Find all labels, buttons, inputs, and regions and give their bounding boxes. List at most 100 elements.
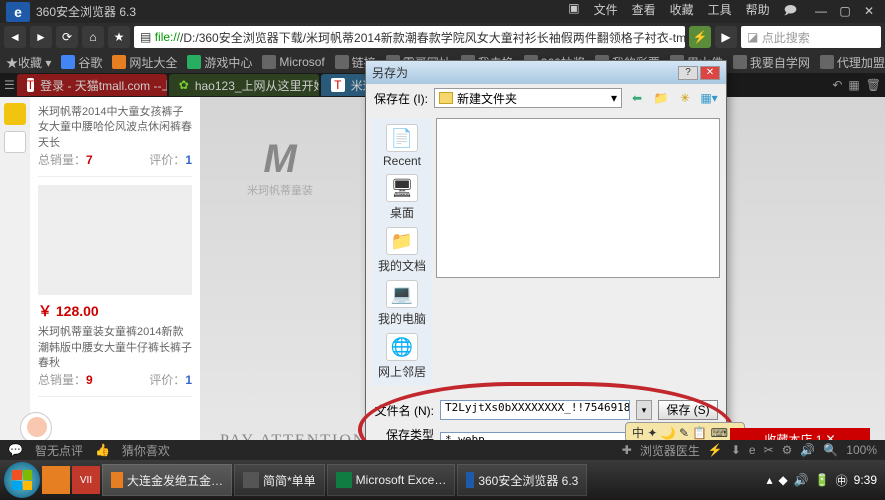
folder-icon (439, 92, 453, 104)
url-path: /D:/360安全浏览器下载/米珂帆蒂2014新款潮春款学院风女大童衬衫长袖假两… (180, 29, 685, 46)
ime-toolbar[interactable]: 中 ✦ 🌙 ✎ 📋 ⌨ ? (625, 422, 745, 442)
home-button[interactable]: ⌂ (82, 26, 104, 48)
product-desc: 米珂帆蒂童装女童裤2014新款潮韩版中腰女大童牛仔裤长裤子春秋 (38, 325, 192, 371)
bookmark-item[interactable]: 我要自学网 (733, 54, 810, 71)
dialog-title: 另存为 (372, 64, 678, 81)
search-box[interactable]: ◪ 点此搜索 (741, 26, 881, 48)
tab[interactable]: T登录 - 天猫tmall.com --上天× (17, 74, 167, 96)
page-icon: ▤ (140, 30, 151, 44)
menu-feedback-icon[interactable]: 🗩 (784, 1, 797, 22)
doctor-icon[interactable]: ✚ (622, 443, 632, 457)
sidebar-fav-icon[interactable] (4, 103, 26, 125)
tray-ime-icon[interactable]: ㊥ (836, 472, 848, 489)
tab[interactable]: ✿hao123_上网从这里开始× (169, 74, 319, 96)
taskbar-item[interactable]: 简简*单单 (234, 464, 325, 496)
views-icon[interactable]: ▦▾ (700, 89, 718, 107)
chevron-down-icon[interactable]: ▾ (611, 91, 617, 105)
browser-logo: e (6, 2, 30, 22)
place-network[interactable]: 🌐网上邻居 (378, 333, 426, 380)
bookmark-item[interactable]: 游戏中心 (187, 54, 252, 71)
place-recent[interactable]: 📄Recent (383, 124, 421, 168)
save-button[interactable]: 保存 (S) (658, 400, 718, 420)
bookmark-item[interactable]: 网址大全 (112, 54, 177, 71)
compat-icon[interactable]: ⚡ (689, 26, 711, 48)
zoom-icon[interactable]: 🔍 (823, 443, 838, 457)
menu-view[interactable]: 查看 (632, 1, 656, 22)
maximize-button[interactable]: ▢ (835, 5, 855, 19)
menu-fav[interactable]: 收藏 (670, 1, 694, 22)
filename-input[interactable]: T2LyjtXs0bXXXXXXXX_!!754691822.jpg_ (440, 400, 630, 420)
browser-doctor[interactable]: 浏览器医生 (640, 442, 700, 459)
place-documents[interactable]: 📁我的文档 (378, 227, 426, 274)
tab-menu-icon[interactable]: ▦ (848, 78, 859, 92)
status-msg-icon[interactable]: 💬 (8, 443, 23, 457)
dialog-close-button[interactable]: ✕ (700, 66, 720, 80)
search-placeholder: 点此搜索 (762, 29, 810, 46)
back-icon[interactable]: ⬅ (628, 89, 646, 107)
newfolder-icon[interactable]: ✳ (676, 89, 694, 107)
sidebar-app-icon[interactable] (4, 131, 26, 153)
menu-file[interactable]: 文件 (594, 1, 618, 22)
start-button[interactable] (4, 462, 40, 498)
download-icon[interactable]: ⬇ (731, 443, 741, 457)
status-text: 猜你喜欢 (122, 442, 170, 459)
menu-help[interactable]: 帮助 (746, 1, 770, 22)
go-button[interactable]: ▶ (715, 26, 737, 48)
bookmark-item[interactable]: 代理加盟 (820, 54, 885, 71)
save-as-dialog: 另存为 ? ✕ 保存在 (I): 新建文件夹 ▾ ⬅ 📁 ✳ ▦▾ 📄Recen… (365, 60, 727, 472)
place-computer[interactable]: 💻我的电脑 (378, 280, 426, 327)
up-icon[interactable]: 📁 (652, 89, 670, 107)
tray-up-icon[interactable]: ▴ (766, 473, 772, 487)
fav-icon[interactable]: ★收藏 ▾ (6, 54, 51, 71)
sound-icon[interactable]: 🔊 (800, 443, 815, 457)
file-list[interactable] (436, 118, 720, 278)
close-button[interactable]: ✕ (859, 5, 879, 19)
search-engine-icon: ◪ (747, 30, 758, 44)
pin-ime-icon[interactable]: VII (72, 466, 100, 494)
savein-combo[interactable]: 新建文件夹 ▾ (434, 88, 622, 108)
place-desktop[interactable]: 🖥桌面 (386, 174, 418, 221)
menu-tools[interactable]: 工具 (708, 1, 732, 22)
taskbar-item[interactable]: 360安全浏览器 6.3 (457, 464, 587, 496)
product-image (38, 185, 192, 295)
tab-list-icon[interactable]: ☰ (4, 78, 15, 92)
window-title: 360安全浏览器 6.3 (36, 3, 568, 20)
browser-icon (466, 472, 474, 488)
zoom-level[interactable]: 100% (846, 443, 877, 457)
filename-label: 文件名 (N): (374, 402, 434, 419)
places-bar: 📄Recent 🖥桌面 📁我的文档 💻我的电脑 🌐网上邻居 (372, 118, 432, 386)
filename-dropdown[interactable]: ▾ (636, 400, 652, 420)
tray-safe-icon[interactable]: ◆ (778, 473, 787, 487)
reload-button[interactable]: ⟳ (56, 26, 78, 48)
product-item[interactable]: ￥ 128.00 米珂帆蒂童装女童裤2014新款潮韩版中腰女大童牛仔裤长裤子春秋… (38, 185, 192, 397)
forward-button[interactable]: ► (30, 26, 52, 48)
menu-skin-icon[interactable]: ▣ (568, 1, 579, 22)
savein-value: 新建文件夹 (457, 90, 517, 107)
bookmark-item[interactable]: Microsof (262, 55, 324, 69)
dialog-help-button[interactable]: ? (678, 66, 698, 80)
pin-explorer-icon[interactable] (42, 466, 70, 494)
trash-icon[interactable]: 🗑 (866, 78, 881, 92)
address-bar[interactable]: ▤ file:// /D:/360安全浏览器下载/米珂帆蒂2014新款潮春款学院… (134, 26, 685, 48)
status-like-icon[interactable]: 👍 (95, 443, 110, 457)
minimize-button[interactable]: — (811, 5, 831, 19)
system-tray: ▴ ◆ 🔊 🔋 ㊥ 9:39 (766, 472, 881, 489)
taskbar-item[interactable]: 大连金发绝五金… (102, 464, 232, 496)
mute-icon[interactable]: e (749, 443, 756, 457)
cut-icon[interactable]: ✂ (764, 443, 774, 457)
tray-flag-icon[interactable]: 🔋 (815, 473, 830, 487)
back-button[interactable]: ◄ (4, 26, 26, 48)
bookmark-item[interactable]: 谷歌 (61, 54, 102, 71)
undo-close-icon[interactable]: ↶ (832, 78, 842, 92)
status-text: 智无点评 (35, 442, 83, 459)
taskbar-item[interactable]: Microsoft Exce… (327, 464, 456, 496)
accel-icon[interactable]: ⚡ (708, 443, 723, 457)
app-icon (243, 472, 259, 488)
tmall-icon: T (331, 78, 345, 92)
tray-net-icon[interactable]: 🔊 (794, 473, 809, 487)
product-panel: 米珂帆蒂2014中大童女孩裤子女大童中腰哈伦风波点休闲裤春天长 总销量：7评价：… (30, 97, 200, 460)
product-item[interactable]: 米珂帆蒂2014中大童女孩裤子女大童中腰哈伦风波点休闲裤春天长 总销量：7评价：… (38, 105, 192, 177)
tool-icon[interactable]: ⚙ (782, 443, 793, 457)
stop-button[interactable]: ★ (108, 26, 130, 48)
clock[interactable]: 9:39 (854, 473, 877, 487)
